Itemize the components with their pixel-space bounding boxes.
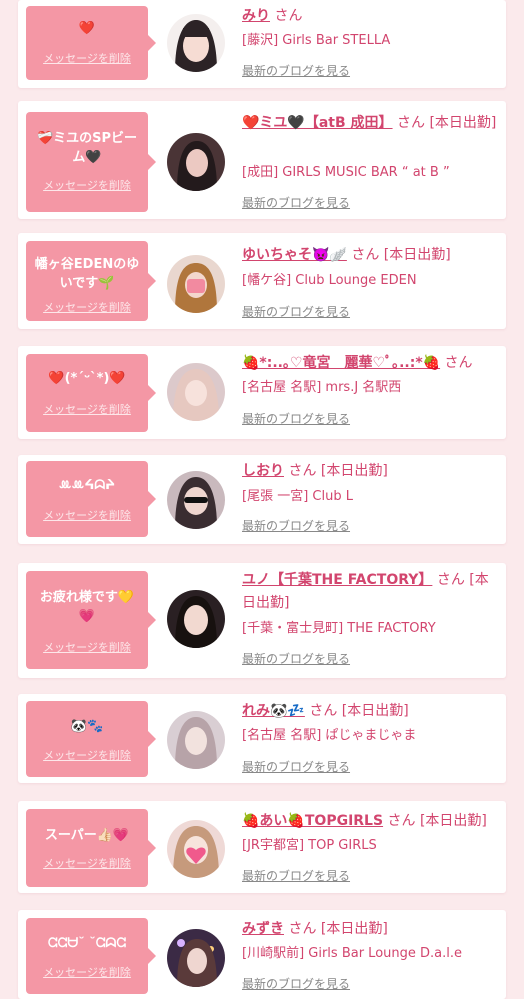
honorific: さん xyxy=(288,463,317,479)
message-bubble: ❤️(*ˊᵕˋ*)❤️ メッセージを削除 xyxy=(26,354,156,432)
avatar[interactable] xyxy=(167,133,225,191)
message-text: ꔛꔛᔦᗣᔨ xyxy=(58,478,116,493)
avatar[interactable] xyxy=(167,929,225,987)
latest-blog-link[interactable]: 最新のブログを見る xyxy=(242,975,350,992)
shop-name: [名古屋 名駅] mrs.J 名駅西 xyxy=(242,380,402,395)
message-bubble: お疲れ様です💛💗 メッセージを削除 xyxy=(26,571,156,669)
avatar[interactable] xyxy=(167,255,225,313)
message-bubble: ❤️‍🩹ミユのSPビーム🖤 メッセージを削除 xyxy=(26,112,156,212)
cast-name-link[interactable]: ゆいちゃそ👿🪽 xyxy=(242,247,347,263)
honorific: さん xyxy=(351,247,380,263)
message-card: ❤️(*ˊᵕˋ*)❤️ メッセージを削除 🍓*:..｡♡竜宮 麗華♡ﾟ｡..:*… xyxy=(18,346,506,439)
shop-name: [名古屋 名駅] ぱじゃまじゃま xyxy=(242,728,417,743)
cast-name-link[interactable]: れみ🐼💤 xyxy=(242,703,305,719)
attendance-status: [本日出勤] xyxy=(383,247,451,263)
attendance-status: [本日出勤] xyxy=(320,921,388,937)
honorific: さん xyxy=(436,572,465,588)
message-text: ᘳᘳᗨ˘ ˘ᘳᗣᘳ xyxy=(47,936,127,951)
avatar[interactable] xyxy=(167,363,225,421)
attendance-status: [本日出勤] xyxy=(419,813,487,829)
latest-blog-link[interactable]: 最新のブログを見る xyxy=(242,758,350,775)
cast-name-link[interactable]: しおり xyxy=(242,463,284,479)
latest-blog-link[interactable]: 最新のブログを見る xyxy=(242,410,350,427)
avatar[interactable] xyxy=(167,590,225,648)
latest-blog-link[interactable]: 最新のブログを見る xyxy=(242,194,350,211)
delete-message-link[interactable]: メッセージを削除 xyxy=(26,507,148,523)
latest-blog-link[interactable]: 最新のブログを見る xyxy=(242,517,350,534)
message-text: ❤️‍🩹ミユのSPビーム🖤 xyxy=(36,131,138,165)
honorific: さん xyxy=(274,8,303,24)
message-card: ꔛꔛᔦᗣᔨ メッセージを削除 しおり さん [本日出勤] [尾張 一宮] Clu… xyxy=(18,455,506,544)
shop-name: [幡ケ谷] Club Lounge EDEN xyxy=(242,273,417,288)
latest-blog-link[interactable]: 最新のブログを見る xyxy=(242,867,350,884)
attendance-status: [本日出勤] xyxy=(429,115,497,131)
shop-name: [成田] GIRLS MUSIC BAR “ at B ” xyxy=(242,165,450,180)
message-bubble: ❤️ メッセージを削除 xyxy=(26,6,156,80)
message-text: ❤️ xyxy=(78,21,96,36)
delete-message-link[interactable]: メッセージを削除 xyxy=(26,177,148,193)
delete-message-link[interactable]: メッセージを削除 xyxy=(26,964,148,980)
message-text: スーパー👍🏻💗 xyxy=(44,828,130,843)
honorific: さん xyxy=(309,703,338,719)
avatar[interactable] xyxy=(167,820,225,878)
message-bubble: ꔛꔛᔦᗣᔨ メッセージを削除 xyxy=(26,461,156,537)
message-text: 🐼🐾 xyxy=(70,719,104,734)
attendance-status: [本日出勤] xyxy=(320,463,388,479)
message-card: お疲れ様です💛💗 メッセージを削除 ユノ【千葉THE FACTORY】 さん [… xyxy=(18,563,506,678)
delete-message-link[interactable]: メッセージを削除 xyxy=(26,747,148,763)
delete-message-link[interactable]: メッセージを削除 xyxy=(26,50,148,66)
delete-message-link[interactable]: メッセージを削除 xyxy=(26,299,148,315)
honorific: さん xyxy=(444,355,473,371)
message-text: 幡ヶ谷EDENのゆいです🌱 xyxy=(34,257,140,291)
message-bubble: ᘳᘳᗨ˘ ˘ᘳᗣᘳ メッセージを削除 xyxy=(26,918,156,994)
cast-name-link[interactable]: 🍓*:..｡♡竜宮 麗華♡ﾟ｡..:*🍓 xyxy=(242,355,440,371)
latest-blog-link[interactable]: 最新のブログを見る xyxy=(242,650,350,667)
cast-name-link[interactable]: 🍓あい🍓TOPGIRLS xyxy=(242,813,383,829)
message-bubble: 幡ヶ谷EDENのゆいです🌱 メッセージを削除 xyxy=(26,241,156,321)
avatar[interactable] xyxy=(167,711,225,769)
latest-blog-link[interactable]: 最新のブログを見る xyxy=(242,62,350,79)
latest-blog-link[interactable]: 最新のブログを見る xyxy=(242,303,350,320)
delete-message-link[interactable]: メッセージを削除 xyxy=(26,401,148,417)
honorific: さん xyxy=(397,115,426,131)
attendance-status: [本日出勤] xyxy=(341,703,409,719)
cast-name-link[interactable]: みり xyxy=(242,8,270,24)
message-card: ❤️ メッセージを削除 みり さん [藤沢] Girls Bar STELLA … xyxy=(18,0,506,88)
message-card: ᘳᘳᗨ˘ ˘ᘳᗣᘳ メッセージを削除 みずき さん [本日出勤] [川崎駅前] … xyxy=(18,910,506,999)
message-card: 🐼🐾 メッセージを削除 れみ🐼💤 さん [本日出勤] [名古屋 名駅] ぱじゃま… xyxy=(18,694,506,783)
shop-name: [川崎駅前] Girls Bar Lounge D.a.l.e xyxy=(242,946,462,961)
message-bubble: 🐼🐾 メッセージを削除 xyxy=(26,701,156,777)
message-card: スーパー👍🏻💗 メッセージを削除 🍓あい🍓TOPGIRLS さん [本日出勤] … xyxy=(18,801,506,893)
honorific: さん xyxy=(387,813,416,829)
cast-name-link[interactable]: ユノ【千葉THE FACTORY】 xyxy=(242,572,432,588)
shop-name: [藤沢] Girls Bar STELLA xyxy=(242,33,391,48)
shop-name: [JR宇都宮] TOP GIRLS xyxy=(242,838,377,853)
honorific: さん xyxy=(288,921,317,937)
message-card: ❤️‍🩹ミユのSPビーム🖤 メッセージを削除 ❤️ミユ🖤【atB 成田】 さん … xyxy=(18,101,506,219)
message-card: 幡ヶ谷EDENのゆいです🌱 メッセージを削除 ゆいちゃそ👿🪽 さん [本日出勤]… xyxy=(18,233,506,329)
message-text: お疲れ様です💛💗 xyxy=(39,590,135,624)
cast-name-link[interactable]: ❤️ミユ🖤【atB 成田】 xyxy=(242,115,393,131)
cast-name-link[interactable]: みずき xyxy=(242,921,284,937)
avatar[interactable] xyxy=(167,14,225,72)
delete-message-link[interactable]: メッセージを削除 xyxy=(26,855,148,871)
avatar[interactable] xyxy=(167,471,225,529)
message-text: ❤️(*ˊᵕˋ*)❤️ xyxy=(48,371,126,386)
delete-message-link[interactable]: メッセージを削除 xyxy=(26,639,148,655)
message-bubble: スーパー👍🏻💗 メッセージを削除 xyxy=(26,809,156,887)
shop-name: [千葉・富士見町] THE FACTORY xyxy=(242,621,436,636)
shop-name: [尾張 一宮] Club L xyxy=(242,489,353,504)
